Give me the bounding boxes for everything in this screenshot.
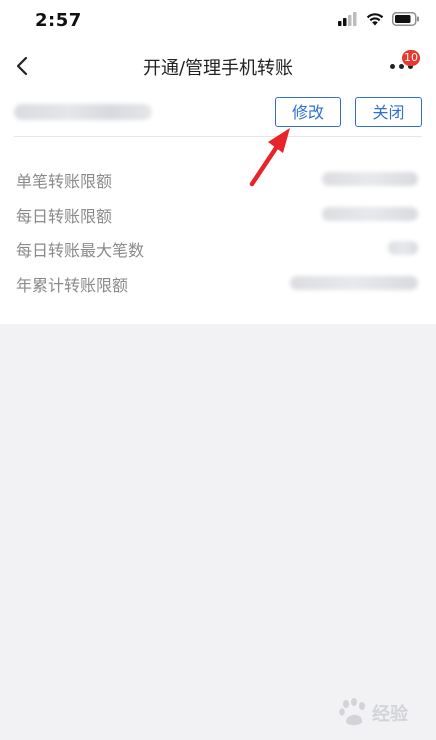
close-button[interactable]: 关闭 [355, 97, 422, 127]
account-row: 修改 关闭 [14, 88, 422, 137]
limit-row-yearly: 年累计转账限额 [16, 270, 420, 305]
limit-value-redacted [290, 275, 418, 290]
limit-value-redacted [322, 172, 418, 186]
limit-label: 年累计转账限额 [16, 275, 129, 295]
watermark-text: 经验 [372, 704, 408, 725]
nav-bar: 开通/管理手机转账 10 [0, 44, 436, 88]
cellular-signal-icon [338, 12, 357, 26]
status-time: 2:57 [35, 10, 82, 31]
more-menu-button[interactable]: 10 [388, 48, 428, 84]
modify-button[interactable]: 修改 [275, 97, 341, 127]
limit-row-daily: 每日转账限额 [16, 201, 420, 236]
limit-row-single: 单笔转账限额 [16, 166, 420, 201]
status-icons [338, 12, 420, 26]
limit-value-redacted [322, 206, 418, 221]
notification-badge: 10 [402, 50, 420, 66]
watermark: 经验 [338, 698, 408, 726]
wifi-icon [366, 13, 384, 26]
limit-label: 每日转账限额 [16, 206, 113, 226]
page-title: 开通/管理手机转账 [142, 58, 294, 79]
transfer-card: 修改 关闭 单笔转账限额 每日转账限额 每日转账最大笔数 年累计转账限额 [0, 88, 436, 324]
limit-label: 每日转账最大笔数 [16, 241, 145, 260]
account-number-redacted [14, 104, 152, 120]
limit-label: 单笔转账限额 [16, 172, 113, 191]
limit-value-redacted [388, 241, 418, 255]
limit-list: 单笔转账限额 每日转账限额 每日转账最大笔数 年累计转账限额 [16, 166, 420, 304]
status-bar: 2:57 [0, 0, 436, 44]
paw-logo-icon [339, 698, 365, 726]
limit-row-daily-count: 每日转账最大笔数 [16, 235, 420, 270]
battery-icon [392, 12, 419, 26]
